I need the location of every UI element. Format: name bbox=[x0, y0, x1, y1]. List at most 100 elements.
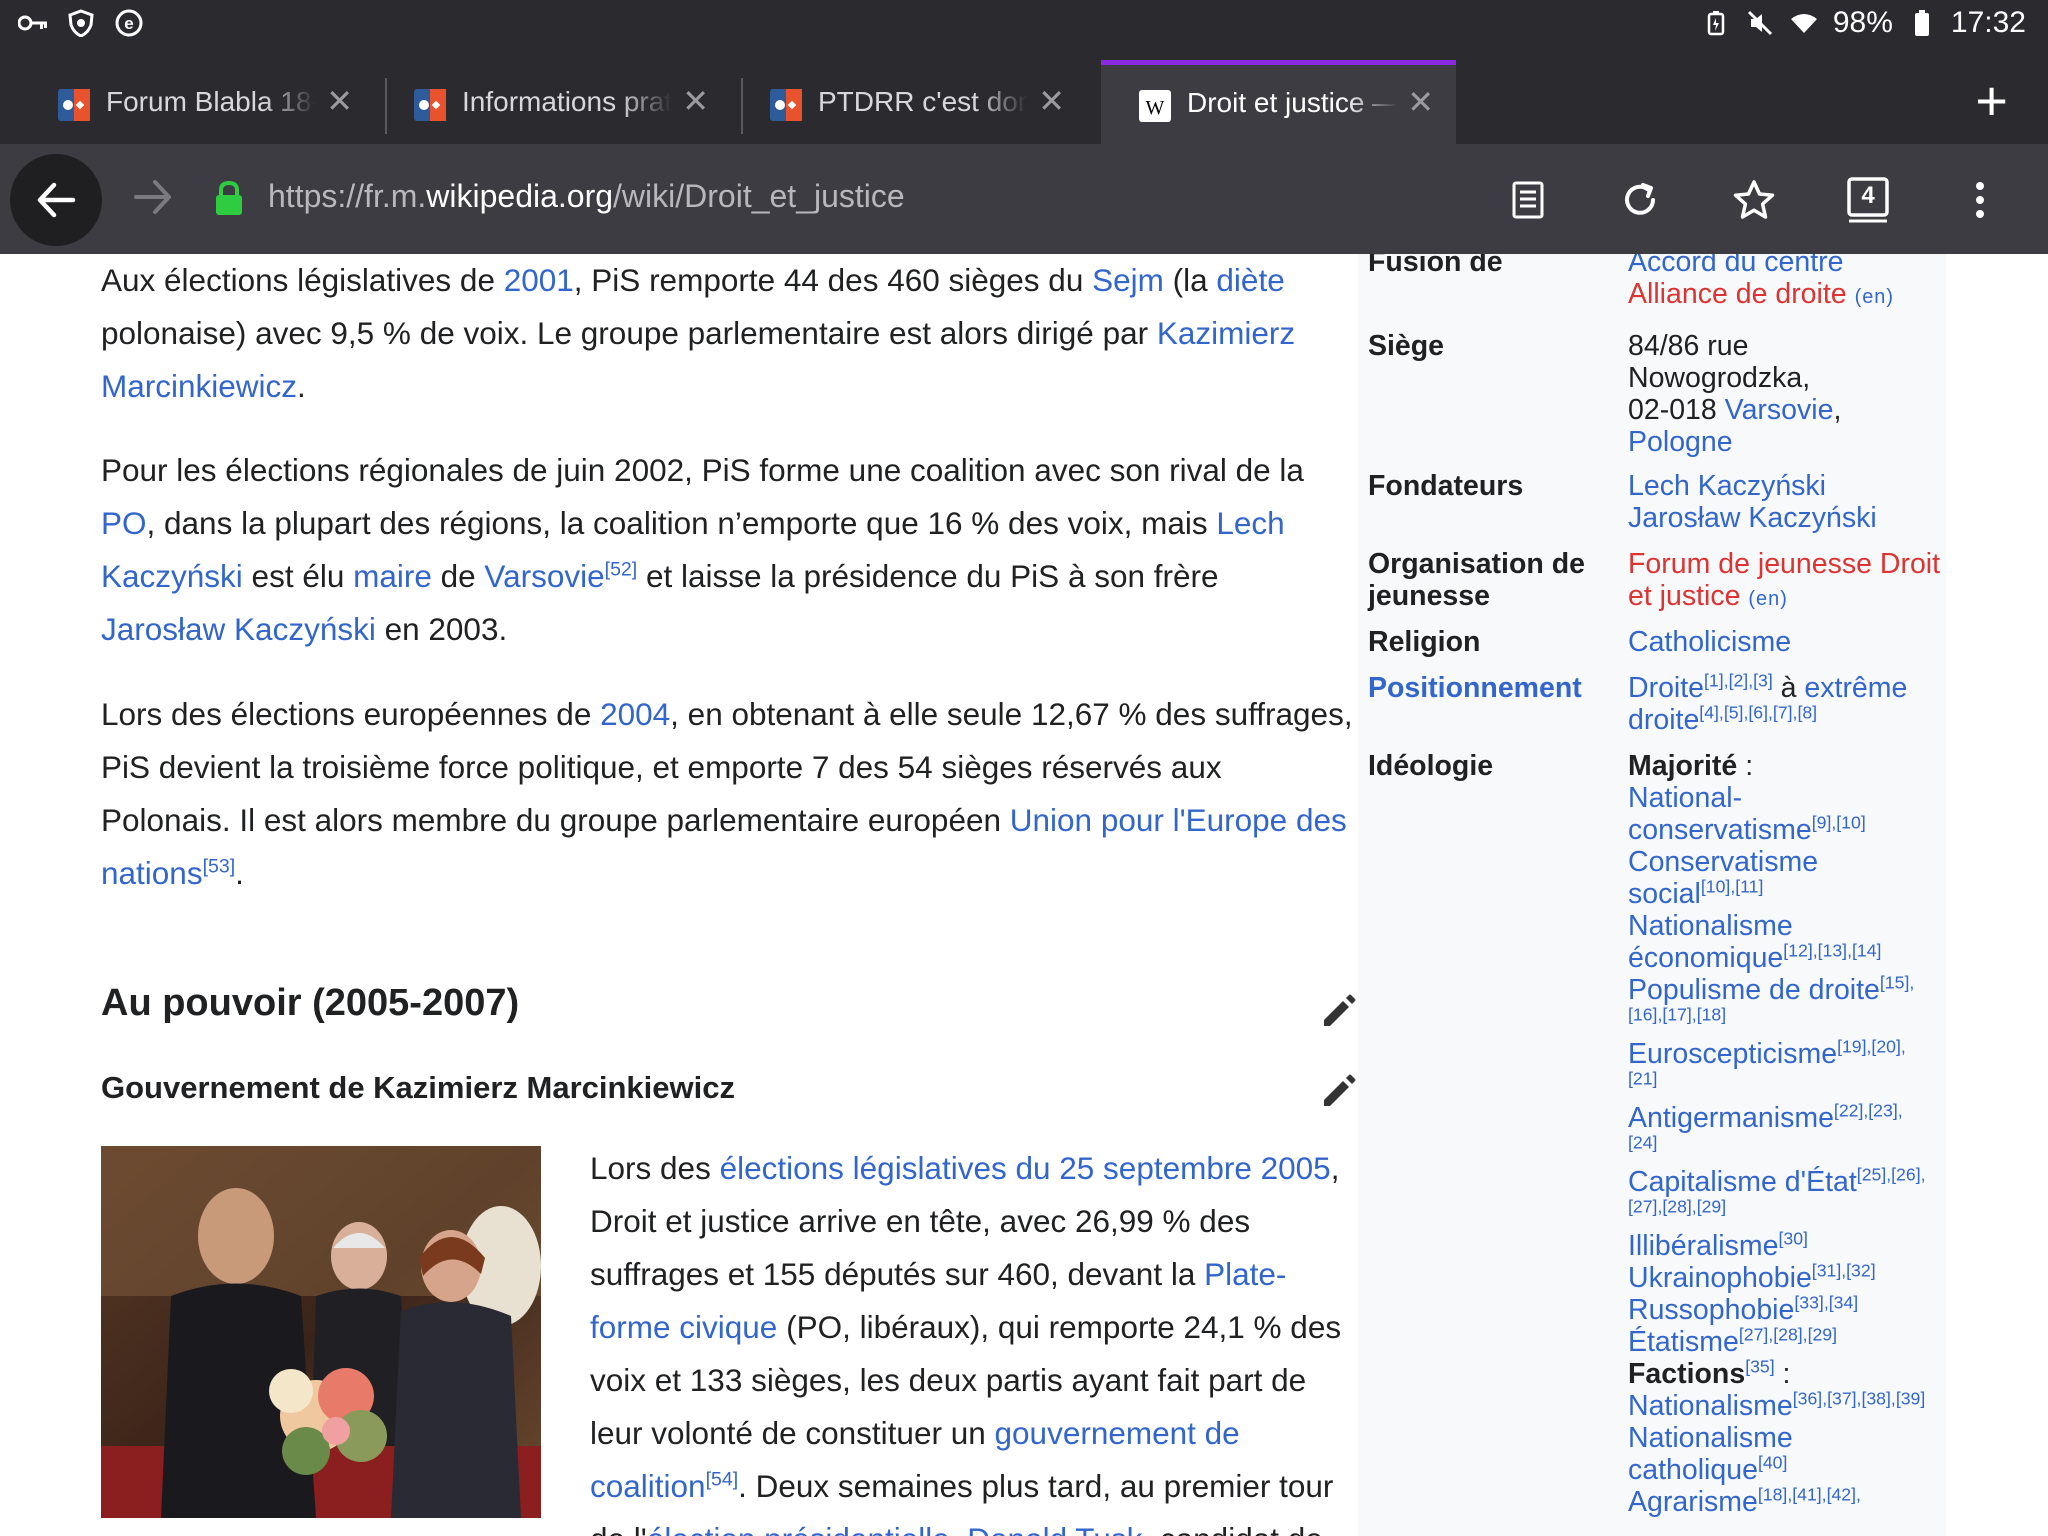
lang-en-badge[interactable]: (en) bbox=[1855, 286, 1894, 308]
link-sejm[interactable]: Sejm bbox=[1092, 262, 1164, 298]
list-item: Illibéralisme[30] bbox=[1628, 1228, 1808, 1262]
reload-button[interactable] bbox=[1616, 176, 1664, 224]
link-lech-kaczynski[interactable]: Lech Kaczyński bbox=[1628, 470, 1826, 502]
edit-pencil-icon[interactable] bbox=[1318, 1070, 1360, 1112]
svg-text:W: W bbox=[1146, 97, 1165, 119]
new-tab-button[interactable]: + bbox=[1975, 68, 2008, 133]
reader-mode-button[interactable] bbox=[1504, 176, 1552, 224]
paragraph-2004: Lors des élections européennes de 2004, … bbox=[101, 696, 1353, 891]
link-donald-tusk[interactable]: Donald Tusk bbox=[967, 1521, 1142, 1536]
link-2001[interactable]: 2001 bbox=[504, 262, 574, 298]
infobox-value: Accord du centre Alliance de droite (en) bbox=[1628, 254, 1948, 313]
link-po[interactable]: PO bbox=[101, 505, 147, 541]
link-positionnement[interactable]: Positionnement bbox=[1368, 672, 1598, 704]
tab-ptdrr[interactable]: PTDRR c'est dommage ✕ bbox=[732, 64, 1087, 144]
svg-text:e: e bbox=[124, 14, 133, 33]
jvc-favicon-icon bbox=[770, 89, 802, 121]
link-accord-du-centre[interactable]: Accord du centre bbox=[1628, 254, 1843, 278]
forward-button[interactable] bbox=[128, 172, 178, 222]
tab-title: Forum Blabla 18-25 ans bbox=[106, 86, 316, 117]
shield-icon bbox=[66, 8, 96, 38]
reload-icon bbox=[1625, 183, 1655, 215]
url-path: /wiki/Droit_et_justice bbox=[613, 178, 905, 214]
tab-title: PTDRR c'est dommage bbox=[818, 86, 1028, 117]
tab-title: Informations pratiques bbox=[462, 86, 672, 117]
wifi-icon bbox=[1789, 8, 1819, 38]
star-icon bbox=[1733, 180, 1775, 219]
list-item: Conservatisme social[10],[11] bbox=[1628, 846, 1819, 910]
paragraph-2005: Lors des élections législatives du 25 se… bbox=[590, 1142, 1360, 1536]
section-heading-au-pouvoir: Au pouvoir (2005-2007) bbox=[101, 982, 520, 1024]
menu-button[interactable] bbox=[1956, 176, 2004, 224]
list-item: Nationalisme[36],[37],[38],[39] bbox=[1628, 1388, 1926, 1422]
ideology-list: Majorité : National-conservatisme[9],[10… bbox=[1628, 750, 1928, 1518]
lock-icon[interactable] bbox=[214, 180, 244, 216]
link-varsovie[interactable]: Varsovie bbox=[484, 558, 604, 594]
battery-percent: 98% bbox=[1832, 6, 1893, 39]
infobox-label: Organisation de jeunesse bbox=[1368, 548, 1585, 612]
clock: 17:32 bbox=[1950, 6, 2026, 39]
list-item: Capitalisme d'État[25],[26],[27],[28],[2… bbox=[1628, 1164, 1926, 1217]
list-item: Étatisme[27],[28],[29] bbox=[1628, 1324, 1838, 1358]
arrow-left-icon bbox=[37, 182, 76, 218]
ref-53[interactable]: [53] bbox=[203, 856, 236, 878]
list-item: Populisme de droite[15],[16],[17],[18] bbox=[1628, 972, 1915, 1025]
infobox-value: Lech Kaczyński Jarosław Kaczyński bbox=[1628, 470, 1948, 534]
list-item: Euroscepticisme[19],[20],[21] bbox=[1628, 1036, 1906, 1089]
list-item: National-conservatisme[9],[10] bbox=[1628, 782, 1866, 846]
page-content: Aux élections législatives de 2001, PiS … bbox=[0, 254, 2048, 1536]
list-item: Nationalisme économique[12],[13],[14] bbox=[1628, 910, 1882, 974]
infobox-label: Siège bbox=[1368, 330, 1445, 362]
link-elections-2005[interactable]: élections législatives du 25 septembre 2… bbox=[720, 1150, 1331, 1186]
back-button[interactable] bbox=[10, 154, 102, 246]
close-tab-icon[interactable]: ✕ bbox=[682, 82, 709, 120]
tab-strip: Forum Blabla 18-25 ans ✕ Informations pr… bbox=[0, 48, 2048, 148]
tab-informations[interactable]: Informations pratiques ✕ bbox=[376, 64, 731, 144]
bookmark-button[interactable] bbox=[1730, 176, 1778, 224]
wikipedia-favicon-icon: W bbox=[1139, 90, 1171, 122]
tab-forum-blabla[interactable]: Forum Blabla 18-25 ans ✕ bbox=[20, 64, 375, 144]
infobox-value: 84/86 rue Nowogrodzka, 02-018 Varsovie, … bbox=[1628, 330, 1842, 458]
toolbar: https://fr.m.wikipedia.org/wiki/Droit_et… bbox=[0, 144, 2048, 254]
link-maire[interactable]: maire bbox=[353, 558, 432, 594]
ref-54[interactable]: [54] bbox=[706, 1469, 739, 1491]
link-catholicisme[interactable]: Catholicisme bbox=[1628, 626, 1791, 658]
status-bar: e 98% 17:32 bbox=[0, 0, 2048, 48]
lang-en-badge[interactable]: (en) bbox=[1748, 588, 1787, 610]
close-tab-icon[interactable]: ✕ bbox=[1407, 83, 1434, 121]
tab-count: 4 bbox=[1861, 182, 1875, 209]
jvc-favicon-icon bbox=[414, 89, 446, 121]
link-diete[interactable]: diète bbox=[1216, 262, 1284, 298]
ref-52[interactable]: [52] bbox=[605, 559, 638, 581]
url-field[interactable]: https://fr.m.wikipedia.org/wiki/Droit_et… bbox=[268, 178, 905, 215]
tab-title: Droit et justice — Wikipédia bbox=[1187, 87, 1397, 118]
battery-icon bbox=[1907, 8, 1937, 38]
close-tab-icon[interactable]: ✕ bbox=[1038, 82, 1065, 120]
battery-saver-icon bbox=[1701, 8, 1731, 38]
arrow-right-icon bbox=[134, 180, 171, 214]
article-photo[interactable] bbox=[101, 1146, 541, 1518]
link-varsovie[interactable]: Varsovie bbox=[1725, 394, 1834, 426]
infobox-label: Fusion de bbox=[1368, 254, 1503, 278]
link-election-presidentielle[interactable]: élection présidentielle bbox=[647, 1521, 950, 1536]
tab-counter-button[interactable]: 4 bbox=[1844, 176, 1892, 224]
jvc-favicon-icon bbox=[58, 89, 90, 121]
infobox-value: Forum de jeunesse Droit et justice (en) bbox=[1628, 548, 1948, 615]
refs[interactable]: [4],[5],[6],[7],[8] bbox=[1699, 703, 1817, 723]
link-jaroslaw-kaczynski[interactable]: Jarosław Kaczyński bbox=[1628, 502, 1877, 534]
link-jaroslaw-kaczynski[interactable]: Jarosław Kaczyński bbox=[101, 611, 376, 647]
refs[interactable]: [1],[2],[3] bbox=[1704, 671, 1773, 691]
infobox: Fusion de Accord du centre Alliance de d… bbox=[1358, 254, 1946, 1536]
paragraph-2002: Pour les élections régionales de juin 20… bbox=[101, 452, 1304, 647]
infobox-label: Religion bbox=[1368, 626, 1481, 658]
link-droite[interactable]: Droite bbox=[1628, 672, 1704, 704]
mute-icon bbox=[1745, 8, 1775, 38]
subsection-heading-gouvernement: Gouvernement de Kazimierz Marcinkiewicz bbox=[101, 1070, 735, 1105]
close-tab-icon[interactable]: ✕ bbox=[326, 82, 353, 120]
tab-droit-et-justice[interactable]: W Droit et justice — Wikipédia ✕ bbox=[1101, 60, 1456, 148]
link-pologne[interactable]: Pologne bbox=[1628, 426, 1733, 458]
link-alliance-de-droite[interactable]: Alliance de droite bbox=[1628, 278, 1847, 310]
link-2004[interactable]: 2004 bbox=[600, 696, 670, 732]
url-domain: wikipedia.org bbox=[426, 178, 614, 214]
edit-pencil-icon[interactable] bbox=[1318, 990, 1360, 1032]
